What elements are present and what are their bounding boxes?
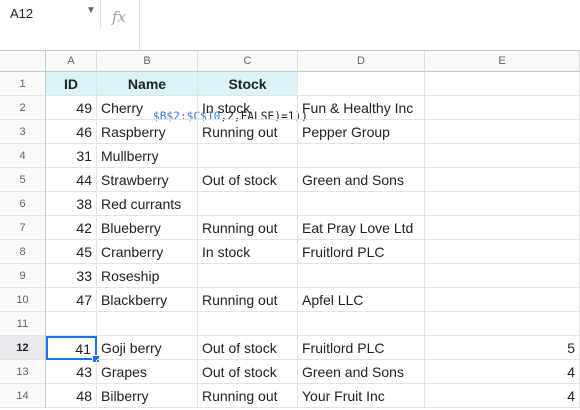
- cell-b2[interactable]: Cherry: [97, 96, 198, 120]
- column-header-d[interactable]: D: [298, 51, 425, 72]
- cell-e12[interactable]: 5: [425, 336, 580, 360]
- cell-a9[interactable]: 33: [46, 264, 97, 288]
- cell-e13[interactable]: 4: [425, 360, 580, 384]
- row-header-7[interactable]: 7: [0, 216, 46, 240]
- cell-e3[interactable]: [425, 120, 580, 144]
- cell-b13[interactable]: Grapes: [97, 360, 198, 384]
- row-header-9[interactable]: 9: [0, 264, 46, 288]
- cell-b14[interactable]: Bilberry: [97, 384, 198, 408]
- row-header-4[interactable]: 4: [0, 144, 46, 168]
- column-header-c[interactable]: C: [198, 51, 298, 72]
- cell-a11[interactable]: [46, 312, 97, 336]
- row-header-2[interactable]: 2: [0, 96, 46, 120]
- row-header-8[interactable]: 8: [0, 240, 46, 264]
- cell-a14[interactable]: 48: [46, 384, 97, 408]
- cell-a13[interactable]: 43: [46, 360, 97, 384]
- cell-b9[interactable]: Roseship: [97, 264, 198, 288]
- cell-d7[interactable]: Eat Pray Love Ltd: [298, 216, 425, 240]
- cell-c11[interactable]: [198, 312, 298, 336]
- cell-d14[interactable]: Your Fruit Inc: [298, 384, 425, 408]
- row-header-3[interactable]: 3: [0, 120, 46, 144]
- cell-d1[interactable]: [298, 72, 425, 96]
- cell-d13[interactable]: Green and Sons: [298, 360, 425, 384]
- cell-a1[interactable]: ID: [46, 72, 97, 96]
- cell-e7[interactable]: [425, 216, 580, 240]
- cell-a4[interactable]: 31: [46, 144, 97, 168]
- chevron-down-icon[interactable]: ▼: [86, 5, 96, 16]
- cell-b7[interactable]: Blueberry: [97, 216, 198, 240]
- formula-bar: A12 ▼ fx =FILTER(Sheet1!$A$2:$E$10,ISERR…: [0, 0, 580, 123]
- cell-a3[interactable]: 46: [46, 120, 97, 144]
- cell-d2[interactable]: Fun & Healthy Inc: [298, 96, 425, 120]
- cell-d5[interactable]: Green and Sons: [298, 168, 425, 192]
- cell-c10[interactable]: Running out: [198, 288, 298, 312]
- cell-c12[interactable]: Out of stock: [198, 336, 298, 360]
- cell-b6[interactable]: Red currants: [97, 192, 198, 216]
- row-header-11[interactable]: 11: [0, 312, 46, 336]
- cell-b11[interactable]: [97, 312, 198, 336]
- row-header-14[interactable]: 14: [0, 384, 46, 408]
- cell-c6[interactable]: [198, 192, 298, 216]
- cell-e5[interactable]: [425, 168, 580, 192]
- cell-a8[interactable]: 45: [46, 240, 97, 264]
- cell-d3[interactable]: Pepper Group: [298, 120, 425, 144]
- row-header-5[interactable]: 5: [0, 168, 46, 192]
- cell-d8[interactable]: Fruitlord PLC: [298, 240, 425, 264]
- cell-e2[interactable]: [425, 96, 580, 120]
- cell-b1[interactable]: Name: [97, 72, 198, 96]
- cell-a7[interactable]: 42: [46, 216, 97, 240]
- cell-c7[interactable]: Running out: [198, 216, 298, 240]
- column-header-b[interactable]: B: [97, 51, 198, 72]
- cell-b3[interactable]: Raspberry: [97, 120, 198, 144]
- cell-c1[interactable]: Stock: [198, 72, 298, 96]
- cell-a5[interactable]: 44: [46, 168, 97, 192]
- cell-e8[interactable]: [425, 240, 580, 264]
- cell-e9[interactable]: [425, 264, 580, 288]
- cell-b5[interactable]: Strawberry: [97, 168, 198, 192]
- cell-c8[interactable]: In stock: [198, 240, 298, 264]
- cell-c5[interactable]: Out of stock: [198, 168, 298, 192]
- column-header-e[interactable]: E: [425, 51, 580, 72]
- row-header-10[interactable]: 10: [0, 288, 46, 312]
- row-header-1[interactable]: 1: [0, 72, 46, 96]
- formula-divider: [139, 0, 140, 50]
- cell-d12[interactable]: Fruitlord PLC: [298, 336, 425, 360]
- cell-c13[interactable]: Out of stock: [198, 360, 298, 384]
- cell-b10[interactable]: Blackberry: [97, 288, 198, 312]
- cell-a6[interactable]: 38: [46, 192, 97, 216]
- cell-e1[interactable]: [425, 72, 580, 96]
- cell-d6[interactable]: [298, 192, 425, 216]
- column-header-a[interactable]: A: [46, 51, 97, 72]
- cell-d4[interactable]: [298, 144, 425, 168]
- cell-a12[interactable]: 41: [46, 336, 97, 360]
- cell-b4[interactable]: Mullberry: [97, 144, 198, 168]
- cell-c2[interactable]: In stock: [198, 96, 298, 120]
- cell-d11[interactable]: [298, 312, 425, 336]
- row-header-6[interactable]: 6: [0, 192, 46, 216]
- cell-e14[interactable]: 4: [425, 384, 580, 408]
- cell-e11[interactable]: [425, 312, 580, 336]
- cell-c9[interactable]: [198, 264, 298, 288]
- cell-b8[interactable]: Cranberry: [97, 240, 198, 264]
- name-box[interactable]: A12 ▼: [0, 0, 101, 28]
- fx-icon: fx: [112, 8, 127, 26]
- cell-b12[interactable]: Goji berry: [97, 336, 198, 360]
- cell-a10[interactable]: 47: [46, 288, 97, 312]
- cell-d10[interactable]: Apfel LLC: [298, 288, 425, 312]
- row-header-13[interactable]: 13: [0, 360, 46, 384]
- cell-e10[interactable]: [425, 288, 580, 312]
- cell-c4[interactable]: [198, 144, 298, 168]
- select-all-corner[interactable]: [0, 51, 46, 72]
- cell-c14[interactable]: Running out: [198, 384, 298, 408]
- cell-a2[interactable]: 49: [46, 96, 97, 120]
- cell-e4[interactable]: [425, 144, 580, 168]
- row-header-12[interactable]: 12: [0, 336, 46, 360]
- cell-d9[interactable]: [298, 264, 425, 288]
- cell-e6[interactable]: [425, 192, 580, 216]
- name-box-value[interactable]: A12: [10, 6, 33, 21]
- cell-c3[interactable]: Running out: [198, 120, 298, 144]
